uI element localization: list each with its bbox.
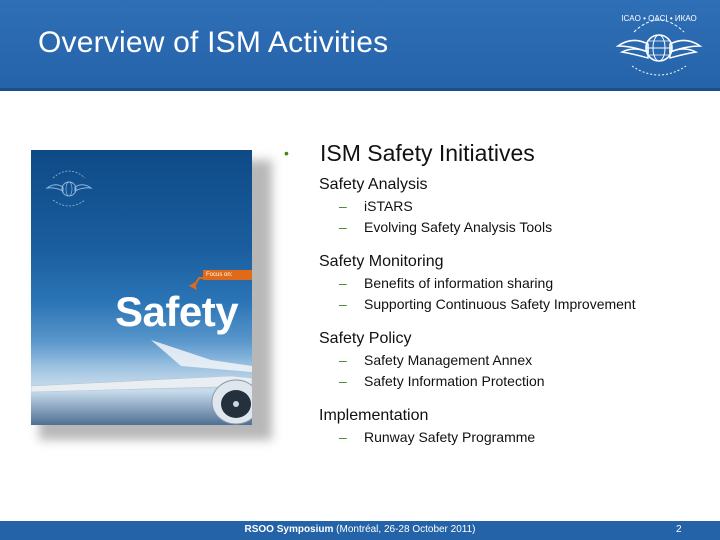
footer-details: (Montréal, 26-28 October 2011) — [336, 524, 476, 535]
icao-emblem-icon: ICAO • OACI • ИКАО — [615, 14, 703, 76]
content-area: • ISM Safety Initiatives Safety Analysis… — [282, 140, 702, 448]
list-item-label: Benefits of information sharing — [364, 275, 554, 291]
dash-icon: – — [339, 373, 347, 389]
focus-tag: Focus on: — [203, 270, 252, 280]
group-title: Safety Policy — [319, 330, 412, 347]
footer: RSOO Symposium (Montréal, 26-28 October … — [0, 521, 720, 540]
book-cover-image: Focus on: Safety — [31, 150, 252, 425]
airplane-icon — [31, 340, 252, 425]
section-heading: ISM Safety Initiatives — [320, 140, 535, 166]
list-item: – Safety Management Annex — [319, 350, 702, 371]
page-number: 2 — [676, 524, 682, 535]
list-item-label: Safety Information Protection — [364, 373, 545, 389]
group-implementation: Implementation – Runway Safety Programme — [319, 405, 702, 448]
dash-icon: – — [339, 296, 347, 312]
dash-icon: – — [339, 219, 347, 235]
list-item: – Supporting Continuous Safety Improvemen… — [319, 294, 702, 315]
group-title: Safety Analysis — [319, 176, 428, 193]
list-item: – iSTARS — [319, 196, 702, 217]
list-item: – Safety Information Protection — [319, 371, 702, 392]
bullet-icon: • — [284, 145, 289, 161]
dash-icon: – — [339, 429, 347, 445]
group-title: Implementation — [319, 407, 429, 424]
icao-seal-icon — [45, 170, 93, 207]
book-title: Safety — [115, 288, 239, 335]
dash-icon: – — [339, 275, 347, 291]
title-rule — [0, 88, 720, 91]
list-item-label: iSTARS — [364, 198, 413, 214]
title-bar: Overview of ISM Activities ICAO • OACI •… — [0, 0, 720, 91]
list-item-label: Safety Management Annex — [364, 352, 533, 368]
list-item-label: Runway Safety Programme — [364, 429, 536, 445]
book-cover: Focus on: Safety — [31, 150, 272, 440]
list-item: – Evolving Safety Analysis Tools — [319, 217, 702, 238]
main-bullet: • ISM Safety Initiatives — [282, 140, 702, 174]
group-safety-analysis: Safety Analysis – iSTARS – Evolving Safety… — [319, 174, 702, 238]
slide-title: Overview of ISM Activities — [38, 26, 389, 59]
dash-icon: – — [339, 352, 347, 368]
list-item-label: Evolving Safety Analysis Tools — [364, 219, 553, 235]
footer-event: RSOO Symposium — [244, 524, 334, 535]
logo-text: ICAO • OACI • ИКАО — [621, 14, 696, 23]
group-safety-monitoring: Safety Monitoring – Benefits of informati… — [319, 251, 702, 315]
dash-icon: – — [339, 198, 347, 214]
group-safety-policy: Safety Policy – Safety Management Annex –… — [319, 328, 702, 392]
list-item: – Benefits of information sharing — [319, 273, 702, 294]
list-item-label: Supporting Continuous Safety Improvement — [364, 296, 636, 312]
footer-caption: RSOO Symposium (Montréal, 26-28 October … — [0, 524, 720, 535]
group-title: Safety Monitoring — [319, 253, 444, 270]
list-item: – Runway Safety Programme — [319, 427, 702, 448]
